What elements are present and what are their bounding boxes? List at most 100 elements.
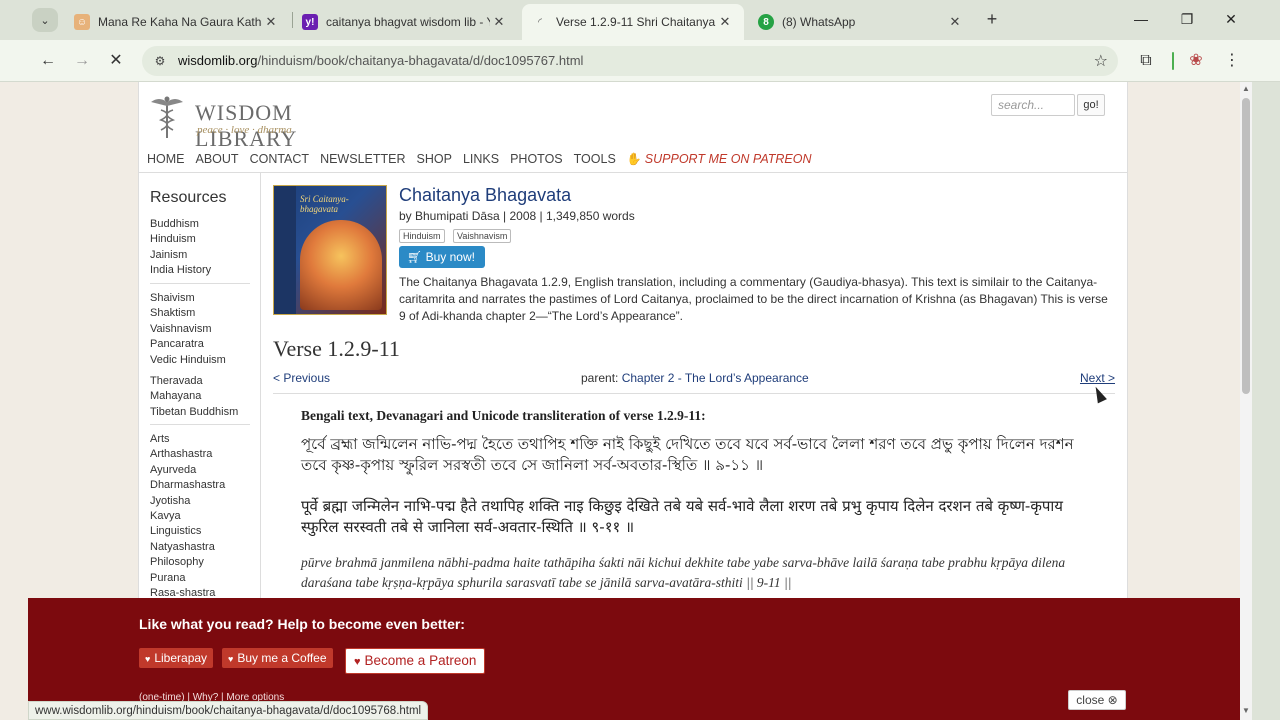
site-info-icon[interactable]: ⚙	[152, 53, 168, 69]
sidebar-item[interactable]: Arts	[150, 432, 250, 447]
tab-3[interactable]: 8 (8) WhatsApp ✕	[748, 4, 974, 40]
tab-search-button[interactable]: ⌄	[32, 8, 58, 32]
sidebar-item[interactable]: India History	[150, 263, 250, 278]
restore-icon: ❐	[1180, 11, 1194, 27]
loading-spinner-icon: ◜	[538, 16, 542, 28]
close-tab-icon[interactable]: ✕	[716, 14, 734, 30]
scroll-down-icon[interactable]: ▼	[1240, 706, 1252, 718]
tab-0[interactable]: ☺ Mana Re Kaha Na Gaura Katha ✕	[64, 4, 290, 40]
section-heading: Bengali text, Devanagari and Unicode tra…	[301, 408, 706, 423]
bookmark-star-icon[interactable]: ☆	[1094, 51, 1108, 71]
liberapay-button[interactable]: ♥ Liberapay	[139, 648, 214, 668]
sidebar-item[interactable]: Buddhism	[150, 217, 250, 232]
close-icon: ✕	[1225, 11, 1237, 27]
page-title: Verse 1.2.9-11	[273, 336, 400, 361]
tag-vaishnavism[interactable]: Vaishnavism	[453, 229, 512, 243]
next-link[interactable]: Next >	[1080, 371, 1115, 385]
close-tab-icon[interactable]: ✕	[490, 14, 508, 30]
parent-breadcrumb: parent: Chapter 2 - The Lord’s Appearanc…	[581, 371, 809, 385]
cover-title: Sri Caitanya-bhagavata	[300, 194, 349, 214]
parent-label: parent:	[581, 371, 619, 385]
sidebar-item[interactable]: Dharmashastra	[150, 478, 250, 493]
stop-loading-button[interactable]: ✕	[104, 49, 128, 73]
close-banner-button[interactable]: close ⊗	[1068, 690, 1126, 710]
plus-icon: +	[986, 9, 998, 29]
cart-icon: 🛒︎	[407, 250, 426, 264]
logo-tagline: peace · love · dharma	[197, 124, 292, 136]
sidebar-item[interactable]: Hinduism	[150, 232, 250, 247]
book-title[interactable]: Chaitanya Bhagavata	[399, 185, 571, 206]
whatsapp-favicon-icon: 8	[758, 14, 774, 30]
sidebar-item[interactable]: Purana	[150, 571, 250, 586]
close-icon: ✕	[109, 52, 123, 69]
tab-2-active[interactable]: ◜ Verse 1.2.9-11 Shri Chaitanya Bh ✕	[522, 4, 744, 40]
sidebar-item[interactable]: Linguistics	[150, 524, 250, 539]
new-tab-button[interactable]: +	[980, 8, 1004, 32]
browser-toolbar: ← → ✕ ⚙ wisdomlib.org/hinduism/book/chai…	[0, 40, 1280, 82]
nav-photos[interactable]: PHOTOS	[510, 152, 563, 166]
sidebar-item[interactable]: Shaivism	[150, 291, 250, 306]
toolbar-separator	[1172, 52, 1174, 70]
close-tab-icon[interactable]: ✕	[946, 14, 964, 30]
forward-button[interactable]: →	[70, 49, 94, 73]
close-window-button[interactable]: ✕	[1216, 8, 1246, 32]
verse-transliteration: pūrve brahmā janmilena nābhi-padma haite…	[301, 555, 1066, 590]
sidebar-item[interactable]: Pancaratra	[150, 337, 250, 352]
menu-button[interactable]: ⋮	[1220, 49, 1244, 73]
sidebar-item[interactable]: Mahayana	[150, 389, 250, 404]
nav-tools[interactable]: TOOLS	[574, 152, 616, 166]
extensions-button[interactable]: ⧉	[1134, 49, 1158, 73]
site-logo[interactable]: WISDOM LIBRARY peace · love · dharma	[147, 94, 397, 151]
heart-icon: ♥	[228, 654, 234, 664]
sidebar-item[interactable]: Kavya	[150, 509, 250, 524]
previous-link[interactable]: < Previous	[273, 371, 330, 385]
search-go-button[interactable]: go!	[1077, 94, 1105, 116]
nav-links[interactable]: LINKS	[463, 152, 499, 166]
sidebar-item[interactable]: Jainism	[150, 248, 250, 263]
become-patreon-button[interactable]: ♥ Become a Patreon	[345, 648, 486, 674]
close-tab-icon[interactable]: ✕	[262, 14, 280, 30]
restore-button[interactable]: ❐	[1172, 8, 1202, 32]
liberapay-label: Liberapay	[154, 651, 208, 665]
sidebar-item[interactable]: Arthashastra	[150, 447, 250, 462]
nav-about[interactable]: ABOUT	[196, 152, 239, 166]
nav-contact[interactable]: CONTACT	[250, 152, 310, 166]
url-text[interactable]: wisdomlib.org/hinduism/book/chaitanya-bh…	[178, 53, 583, 68]
sidebar-group-sciences: Arts Arthashastra Ayurveda Dharmashastra…	[150, 432, 250, 601]
page-scrollbar[interactable]: ▲ ▼	[1240, 82, 1252, 720]
tab-favicon-icon: ☺	[74, 14, 90, 30]
nav-shop[interactable]: SHOP	[417, 152, 452, 166]
url-path: /hinduism/book/chaitanya-bhagavata/d/doc…	[257, 53, 584, 68]
scroll-up-icon[interactable]: ▲	[1240, 84, 1252, 96]
sidebar-item[interactable]: Theravada	[150, 374, 250, 389]
nav-patreon[interactable]: ✋ SUPPORT ME ON PATREON	[627, 152, 823, 166]
buy-now-button[interactable]: 🛒︎ Buy now!	[399, 246, 485, 268]
tab-1[interactable]: y! caitanya bhagvat wisdom lib - Y ✕	[292, 4, 518, 40]
tag-hinduism[interactable]: Hinduism	[399, 229, 445, 243]
cover-spine	[274, 186, 296, 314]
nav-newsletter[interactable]: NEWSLETTER	[320, 152, 405, 166]
search-input[interactable]: search...	[991, 94, 1075, 116]
sidebar-item[interactable]: Shaktism	[150, 306, 250, 321]
back-button[interactable]: ←	[36, 49, 60, 73]
sidebar-item[interactable]: Vaishnavism	[150, 322, 250, 337]
minimize-button[interactable]: —	[1126, 8, 1156, 32]
book-cover-image[interactable]: Sri Caitanya-bhagavata	[273, 185, 387, 315]
nav-home[interactable]: HOME	[147, 152, 185, 166]
caduceus-icon	[151, 96, 183, 138]
heart-icon: ♥	[354, 656, 361, 668]
sidebar-item[interactable]: Natyashastra	[150, 540, 250, 555]
scroll-thumb[interactable]	[1242, 98, 1250, 394]
sidebar-item[interactable]: Philosophy	[150, 555, 250, 570]
cover-illustration	[300, 220, 382, 310]
sidebar-item[interactable]: Tibetan Buddhism	[150, 405, 250, 420]
address-bar[interactable]: ⚙ wisdomlib.org/hinduism/book/chaitanya-…	[142, 46, 1118, 76]
parent-chapter-link[interactable]: Chapter 2 - The Lord’s Appearance	[622, 371, 809, 385]
buy-coffee-button[interactable]: ♥ Buy me a Coffee	[222, 648, 333, 668]
puzzle-icon: ⧉	[1140, 52, 1152, 69]
sidebar-item[interactable]: Vedic Hinduism	[150, 353, 250, 368]
sidebar-item[interactable]: Ayurveda	[150, 463, 250, 478]
sidebar-item[interactable]: Jyotisha	[150, 494, 250, 509]
profile-button[interactable]: ❀	[1184, 49, 1208, 73]
sidebar-group-hinduism: Shaivism Shaktism Vaishnavism Pancaratra…	[150, 291, 250, 368]
